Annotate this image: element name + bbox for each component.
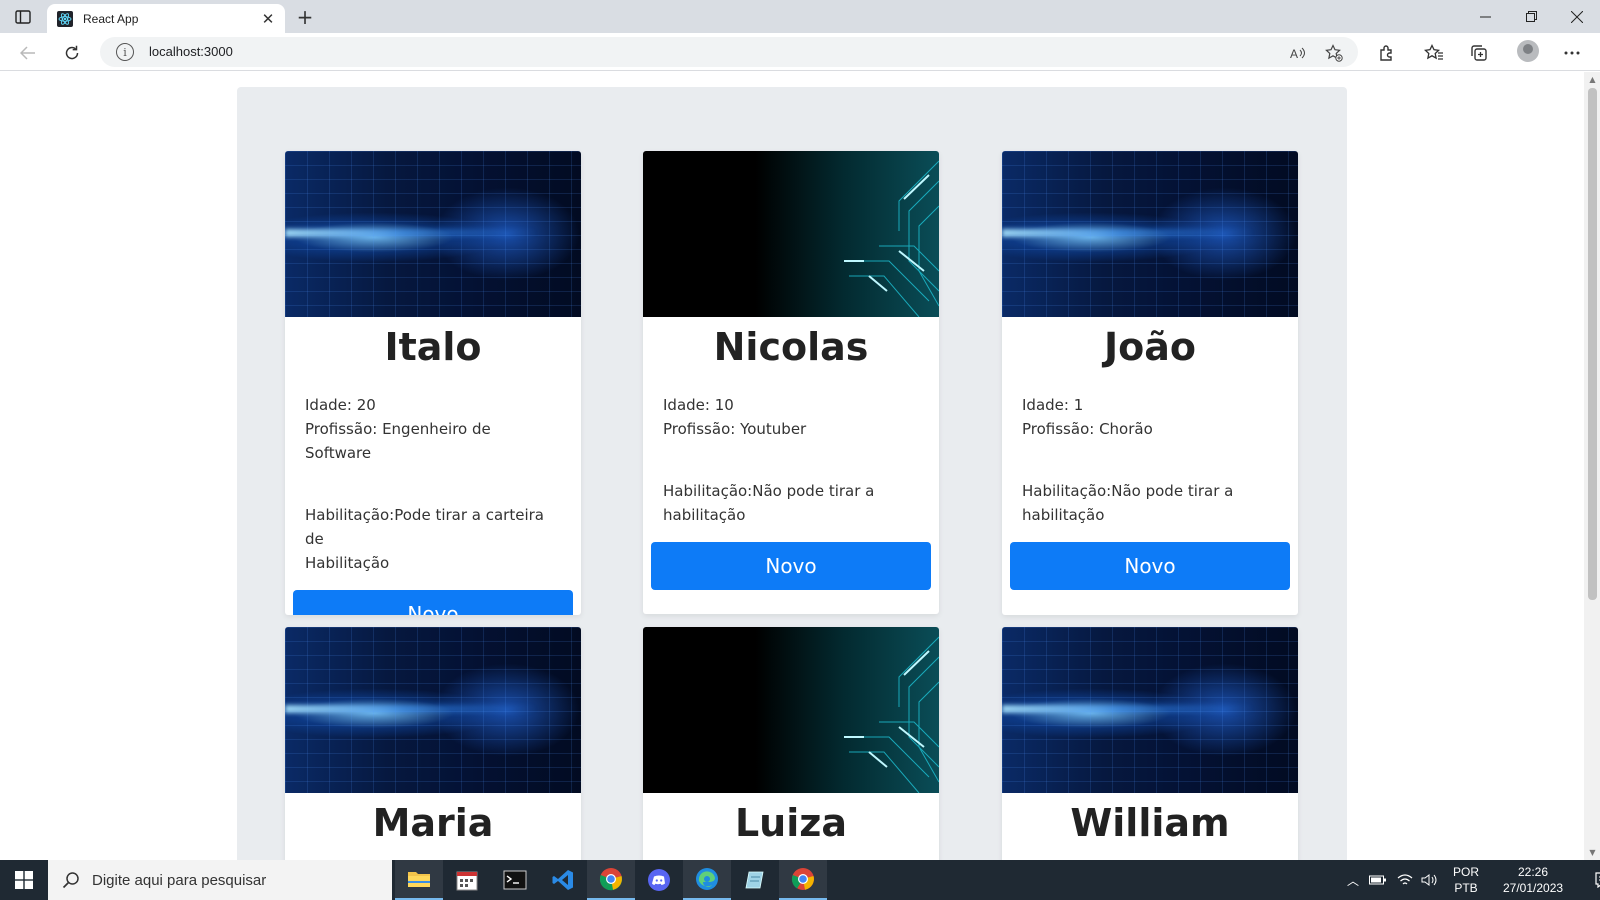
notes-app-icon[interactable] [731,860,779,900]
windows-start-icon[interactable] [0,860,48,900]
url-field[interactable]: i localhost:3000 A [100,37,1358,67]
card-image [285,627,581,793]
novo-button[interactable]: Novo [651,542,931,590]
card-image [1002,627,1298,793]
card-age: Idade: 1 [1022,396,1084,414]
person-card: Maria [285,627,581,860]
back-arrow-icon[interactable] [15,40,41,66]
refresh-icon[interactable] [59,40,85,66]
info-icon[interactable]: i [116,43,134,61]
taskbar-search[interactable]: Digite aqui para pesquisar [48,860,392,900]
wifi-icon[interactable] [1397,873,1413,887]
new-tab-button[interactable]: + [293,5,317,29]
card-license-cont: Habilitação [305,554,390,572]
chrome-2-icon[interactable] [779,860,827,900]
person-card: João Idade: 1 Profissão: Chorão Habilita… [1002,151,1298,615]
card-license-cont: habilitação [663,506,746,524]
chrome-icon[interactable] [587,860,635,900]
calendar-app-icon[interactable] [443,860,491,900]
tab-actions-icon[interactable] [12,7,34,27]
extensions-icon[interactable] [1374,40,1400,66]
card-name: João [1104,325,1196,369]
card-image [285,151,581,317]
card-name: Italo [384,325,482,369]
language-code: POR [1453,865,1480,879]
scroll-up-arrow-icon[interactable]: ▲ [1588,75,1597,84]
card-profession: Profissão: Engenheiro de Software [305,420,491,462]
tray-chevron-up-icon[interactable]: ︿ [1347,872,1359,889]
tab-close-button[interactable]: ✕ [259,10,277,28]
cards-container: Italo Idade: 20 Profissão: Engenheiro de… [237,87,1347,860]
card-license-cont: habilitação [1022,506,1105,524]
favorite-add-icon[interactable] [1324,43,1344,63]
card-license: Habilitação:Não pode tirar a [1022,482,1234,500]
keyboard-layout: PTB [1454,881,1478,895]
search-icon [62,872,79,889]
tab-bar: React App ✕ + [0,0,1600,34]
card-age: Idade: 20 [305,396,376,414]
person-card: William [1002,627,1298,860]
read-aloud-icon[interactable]: A [1288,43,1308,63]
page-scrollbar[interactable]: ▲ ▼ [1584,72,1600,860]
minimize-button[interactable] [1462,0,1508,33]
favorites-icon[interactable] [1421,40,1447,66]
card-profession: Profissão: Chorão [1022,420,1153,438]
close-window-button[interactable] [1554,0,1600,33]
clock-date: 27/01/2023 [1502,881,1564,895]
collections-icon[interactable] [1466,40,1492,66]
scroll-thumb[interactable] [1588,88,1597,600]
edge-icon[interactable] [683,860,731,900]
card-license: Habilitação:Pode tirar a carteira de [305,506,544,548]
card-license: Habilitação:Não pode tirar a [663,482,875,500]
clock-time: 22:26 [1518,865,1549,879]
volume-icon[interactable] [1421,873,1439,887]
language-indicator[interactable]: POR PTB [1449,864,1483,896]
clock[interactable]: 22:26 27/01/2023 [1491,864,1575,896]
card-name: Maria [372,801,494,845]
more-icon[interactable] [1559,40,1585,66]
discord-icon[interactable] [635,860,683,900]
svg-text:A: A [1290,47,1298,60]
card-name: William [1070,801,1230,845]
browser-tab[interactable]: React App ✕ [47,4,285,34]
profile-icon[interactable] [1517,40,1539,62]
card-image [643,627,939,793]
restore-button[interactable] [1508,0,1554,33]
terminal-icon[interactable] [491,860,539,900]
tab-title: React App [83,12,139,26]
react-favicon-icon [57,11,73,27]
card-image [643,151,939,317]
address-bar: i localhost:3000 A [0,33,1600,71]
battery-icon[interactable] [1369,874,1387,886]
search-placeholder: Digite aqui para pesquisar [92,871,267,889]
person-card: Nicolas Idade: 10 Profissão: Youtuber Ha… [643,151,939,614]
notification-center-icon[interactable]: 3 [1587,860,1600,900]
page-viewport: Italo Idade: 20 Profissão: Engenheiro de… [0,72,1583,860]
taskbar: Digite aqui para pesquisar ︿ POR PTB 22:… [0,860,1600,900]
novo-button[interactable]: Novo [293,590,573,615]
person-card: Luiza [643,627,939,860]
card-name: Nicolas [713,325,869,369]
card-name: Luiza [734,801,848,845]
scroll-down-arrow-icon[interactable]: ▼ [1588,848,1597,857]
file-explorer-icon[interactable] [395,860,443,900]
card-profession: Profissão: Youtuber [663,420,807,438]
url-text[interactable]: localhost:3000 [149,44,233,59]
card-age: Idade: 10 [663,396,734,414]
person-card: Italo Idade: 20 Profissão: Engenheiro de… [285,151,581,615]
novo-button[interactable]: Novo [1010,542,1290,590]
system-tray: ︿ POR PTB 22:26 27/01/2023 3 [1347,860,1600,900]
card-image [1002,151,1298,317]
vscode-icon[interactable] [539,860,587,900]
